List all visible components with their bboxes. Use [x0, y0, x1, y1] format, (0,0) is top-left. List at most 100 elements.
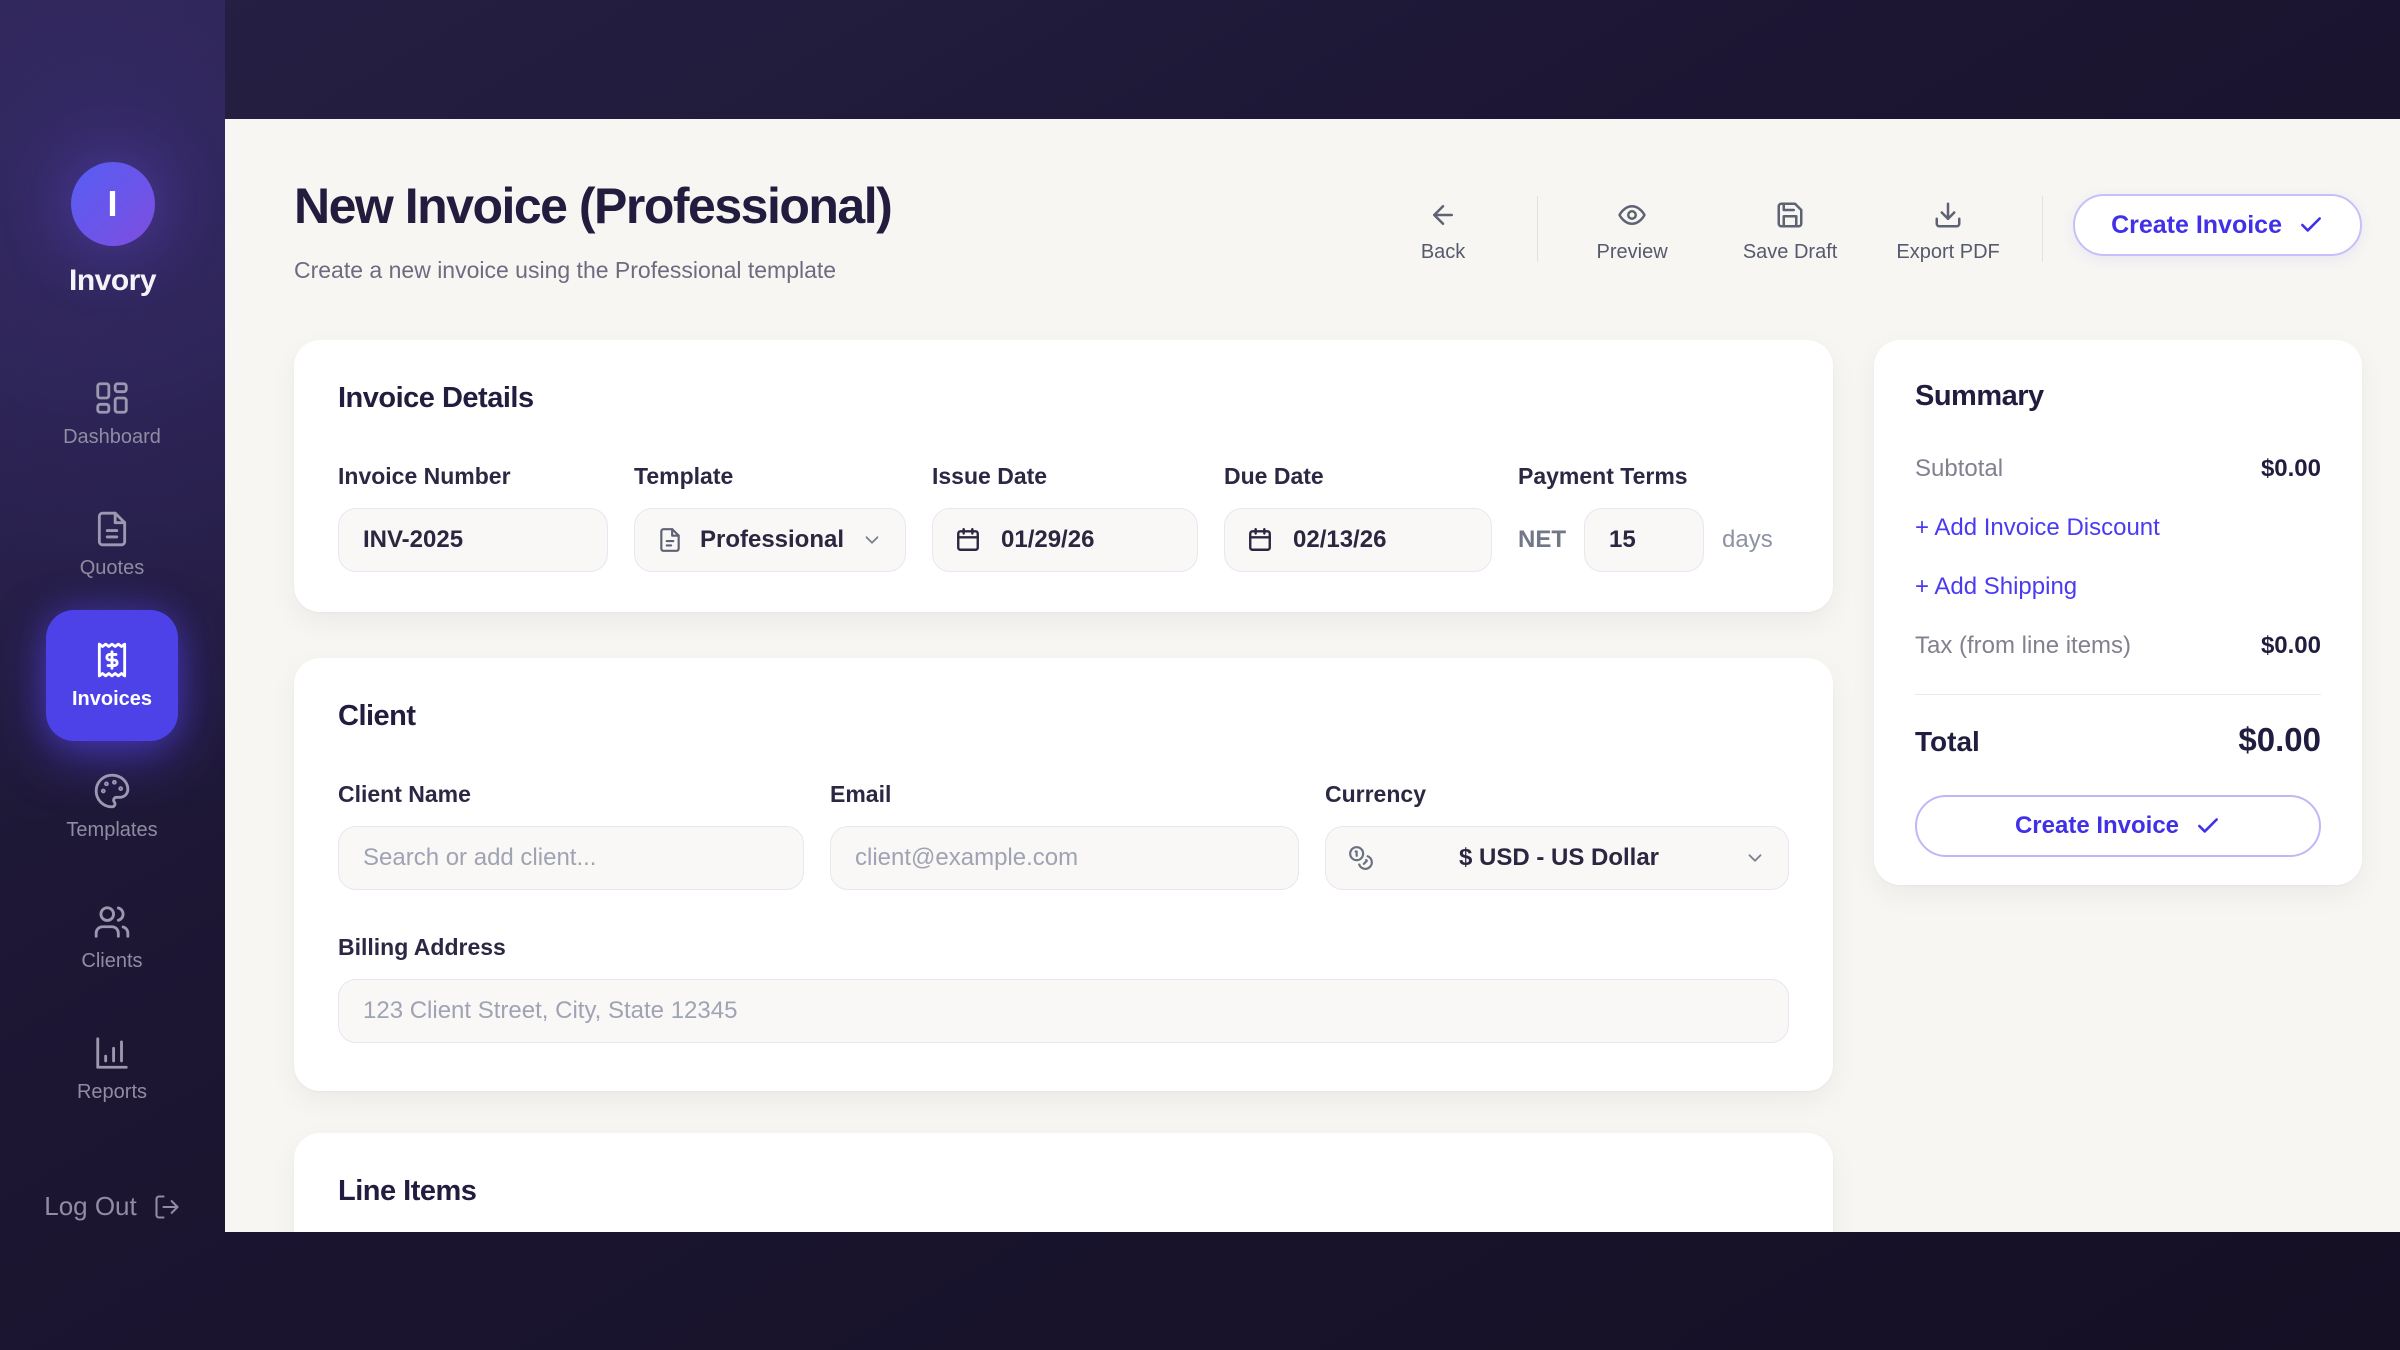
issue-date-field: Issue Date 01/29/26	[932, 463, 1198, 572]
payment-terms-field: Payment Terms NET days	[1518, 463, 1773, 572]
invoice-receipt-icon	[93, 641, 131, 679]
currency-field: Currency $ USD - US Dollar	[1325, 781, 1789, 890]
templates-palette-icon	[93, 772, 131, 810]
template-select[interactable]: Professional	[634, 508, 906, 572]
sidebar-item-label: Reports	[77, 1081, 147, 1104]
sidebar-item-clients[interactable]: Clients	[46, 872, 178, 1003]
currency-label: Currency	[1325, 781, 1789, 808]
reports-bar-chart-icon	[93, 1034, 131, 1072]
sidebar-item-invoices[interactable]: Invoices	[46, 610, 178, 741]
quotes-document-icon	[93, 510, 131, 548]
header-toolbar: Back Preview Save Draft Export PDF Creat…	[1379, 200, 2362, 264]
brand-name: Invory	[69, 264, 156, 298]
invoice-number-input[interactable]	[338, 508, 608, 572]
issue-date-value: 01/29/26	[1001, 526, 1094, 554]
logout-icon	[153, 1193, 181, 1221]
export-pdf-label: Export PDF	[1896, 241, 1999, 264]
main-panel: New Invoice (Professional) Create a new …	[225, 119, 2400, 1232]
create-invoice-button-summary[interactable]: Create Invoice	[1915, 795, 2321, 857]
total-row: Total $0.00	[1915, 721, 2321, 759]
preview-label: Preview	[1597, 241, 1668, 264]
sidebar-item-label: Clients	[81, 950, 142, 973]
download-icon	[1933, 200, 1963, 230]
save-draft-button[interactable]: Save Draft	[1726, 200, 1854, 264]
document-icon	[657, 527, 683, 553]
add-shipping-link[interactable]: + Add Shipping	[1915, 573, 2321, 601]
dashboard-grid-icon	[93, 379, 131, 417]
sidebar-item-label: Quotes	[80, 557, 144, 580]
chevron-down-icon	[861, 529, 883, 551]
sidebar-item-templates[interactable]: Templates	[46, 741, 178, 872]
calendar-icon	[1247, 527, 1273, 553]
sidebar-item-label: Dashboard	[63, 426, 161, 449]
total-value: $0.00	[2238, 721, 2321, 759]
back-button[interactable]: Back	[1379, 200, 1507, 264]
client-name-label: Client Name	[338, 781, 804, 808]
calendar-icon	[955, 527, 981, 553]
currency-select[interactable]: $ USD - US Dollar	[1325, 826, 1789, 890]
client-fields: Client Name Email Currency $ USD - US Do…	[338, 781, 1789, 890]
summary-divider	[1915, 694, 2321, 695]
invoice-details-card: Invoice Details Invoice Number Template …	[294, 340, 1833, 612]
sidebar-item-dashboard[interactable]: Dashboard	[46, 348, 178, 479]
days-suffix: days	[1722, 526, 1773, 554]
app-logo[interactable]: I Invory	[0, 162, 225, 298]
template-label: Template	[634, 463, 906, 490]
tax-value: $0.00	[2261, 632, 2321, 660]
client-email-input[interactable]	[830, 826, 1299, 890]
total-label: Total	[1915, 726, 1980, 758]
eye-icon	[1617, 200, 1647, 230]
create-invoice-label: Create Invoice	[2111, 211, 2282, 240]
arrow-left-icon	[1428, 200, 1458, 230]
client-name-input[interactable]	[338, 826, 804, 890]
page-subtitle: Create a new invoice using the Professio…	[294, 257, 891, 284]
billing-address-label: Billing Address	[338, 934, 1789, 961]
payment-terms-row: NET days	[1518, 508, 1773, 572]
currency-value: $ USD - US Dollar	[1374, 844, 1744, 872]
toolbar-divider	[2042, 196, 2043, 262]
net-prefix: NET	[1518, 526, 1566, 554]
issue-date-label: Issue Date	[932, 463, 1198, 490]
save-icon	[1775, 200, 1805, 230]
create-invoice-button[interactable]: Create Invoice	[2073, 194, 2362, 256]
invoice-number-field: Invoice Number	[338, 463, 608, 572]
export-pdf-button[interactable]: Export PDF	[1884, 200, 2012, 264]
due-date-input[interactable]: 02/13/26	[1224, 508, 1492, 572]
client-email-field: Email	[830, 781, 1299, 890]
invoice-number-label: Invoice Number	[338, 463, 608, 490]
template-value: Professional	[683, 526, 861, 554]
logout-label: Log Out	[44, 1191, 137, 1222]
save-draft-label: Save Draft	[1743, 241, 1837, 264]
payment-terms-input[interactable]	[1584, 508, 1704, 572]
sidebar-item-label: Templates	[66, 819, 157, 842]
subtotal-value: $0.00	[2261, 455, 2321, 483]
logout-button[interactable]: Log Out	[0, 1191, 225, 1222]
sidebar-nav: Dashboard Quotes Invoices Templates Clie…	[46, 348, 178, 1134]
create-invoice-label: Create Invoice	[2015, 812, 2179, 840]
due-date-field: Due Date 02/13/26	[1224, 463, 1492, 572]
preview-button[interactable]: Preview	[1568, 200, 1696, 264]
invoice-details-fields: Invoice Number Template Professional Iss…	[338, 463, 1789, 572]
payment-terms-label: Payment Terms	[1518, 463, 1773, 490]
sidebar-item-reports[interactable]: Reports	[46, 1003, 178, 1134]
chevron-down-icon	[1744, 847, 1766, 869]
back-label: Back	[1421, 241, 1465, 264]
issue-date-input[interactable]: 01/29/26	[932, 508, 1198, 572]
sidebar-item-label: Invoices	[72, 688, 152, 711]
clients-users-icon	[93, 903, 131, 941]
add-invoice-discount-link[interactable]: + Add Invoice Discount	[1915, 514, 2321, 542]
logo-icon: I	[71, 162, 155, 246]
billing-address-input[interactable]	[338, 979, 1789, 1043]
line-items-heading: Line Items	[338, 1175, 1789, 1208]
page-header: New Invoice (Professional) Create a new …	[294, 177, 891, 284]
check-icon	[2298, 212, 2324, 238]
coins-icon	[1348, 845, 1374, 871]
summary-card: Summary Subtotal $0.00 + Add Invoice Dis…	[1874, 340, 2362, 885]
client-card: Client Client Name Email Currency $ USD …	[294, 658, 1833, 1091]
client-name-field: Client Name	[338, 781, 804, 890]
sidebar: I Invory Dashboard Quotes Invoices	[0, 0, 225, 1350]
due-date-label: Due Date	[1224, 463, 1492, 490]
client-heading: Client	[338, 700, 1789, 733]
tax-label: Tax (from line items)	[1915, 632, 2131, 660]
sidebar-item-quotes[interactable]: Quotes	[46, 479, 178, 610]
